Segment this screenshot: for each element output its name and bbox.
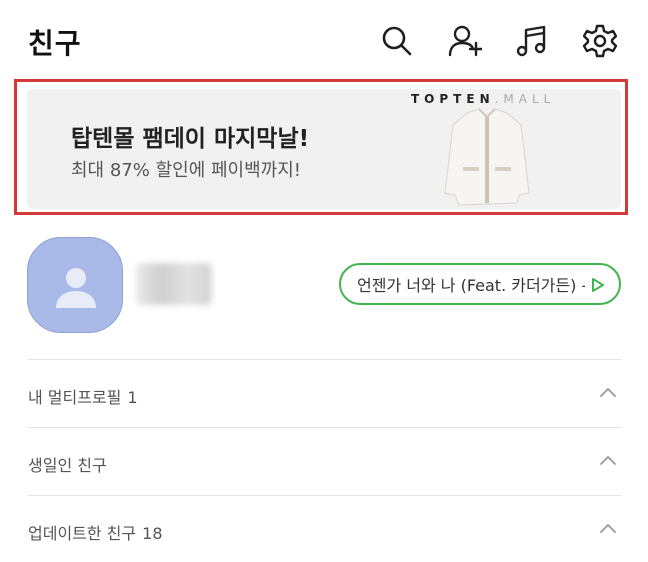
jacket-image xyxy=(444,108,530,206)
section-updated-friends[interactable]: 업데이트한 친구 18 xyxy=(28,495,621,562)
avatar[interactable] xyxy=(27,237,123,333)
page-title: 친구 xyxy=(28,27,82,60)
section-count: 18 xyxy=(142,524,163,543)
section-label: 업데이트한 친구 18 xyxy=(28,520,163,544)
settings-icon xyxy=(583,24,617,58)
chevron-up-icon[interactable] xyxy=(599,522,617,534)
chevron-up-icon[interactable] xyxy=(599,454,617,466)
search-button[interactable] xyxy=(380,24,414,58)
section-label-text: 업데이트한 친구 xyxy=(28,524,137,543)
section-birthday-friends[interactable]: 생일인 친구 xyxy=(28,427,621,494)
person-icon xyxy=(56,268,96,308)
section-label-text: 내 멀티프로필 xyxy=(28,388,122,407)
chevron-up-icon[interactable] xyxy=(599,386,617,398)
music-button[interactable] xyxy=(515,24,549,58)
section-label: 내 멀티프로필 1 xyxy=(28,384,138,408)
section-multi-profile[interactable]: 내 멀티프로필 1 xyxy=(28,359,621,426)
settings-button[interactable] xyxy=(583,24,617,58)
section-label: 생일인 친구 xyxy=(28,452,113,476)
ad-title: 탑텐몰 팸데이 마지막날! xyxy=(71,126,310,152)
section-label-text: 생일인 친구 xyxy=(28,456,107,475)
profile-music-button[interactable]: 언젠가 너와 나 (Feat. 카더가든) -... xyxy=(339,263,621,305)
search-icon xyxy=(382,26,412,56)
header: 친구 xyxy=(0,0,648,82)
add-friend-icon xyxy=(448,25,482,57)
music-icon xyxy=(516,25,546,57)
ad-subtitle: 최대 87% 할인에 페이백까지! xyxy=(71,160,301,181)
profile-name-blurred xyxy=(136,263,212,305)
add-friend-button[interactable] xyxy=(448,24,482,58)
section-count: 1 xyxy=(127,388,138,407)
play-icon xyxy=(592,278,604,292)
profile-music-title: 언젠가 너와 나 (Feat. 카더가든) -... xyxy=(357,276,585,295)
ad-banner[interactable]: 탑텐몰 팸데이 마지막날! 최대 87% 할인에 페이백까지! TOPTEN.M… xyxy=(27,89,621,209)
